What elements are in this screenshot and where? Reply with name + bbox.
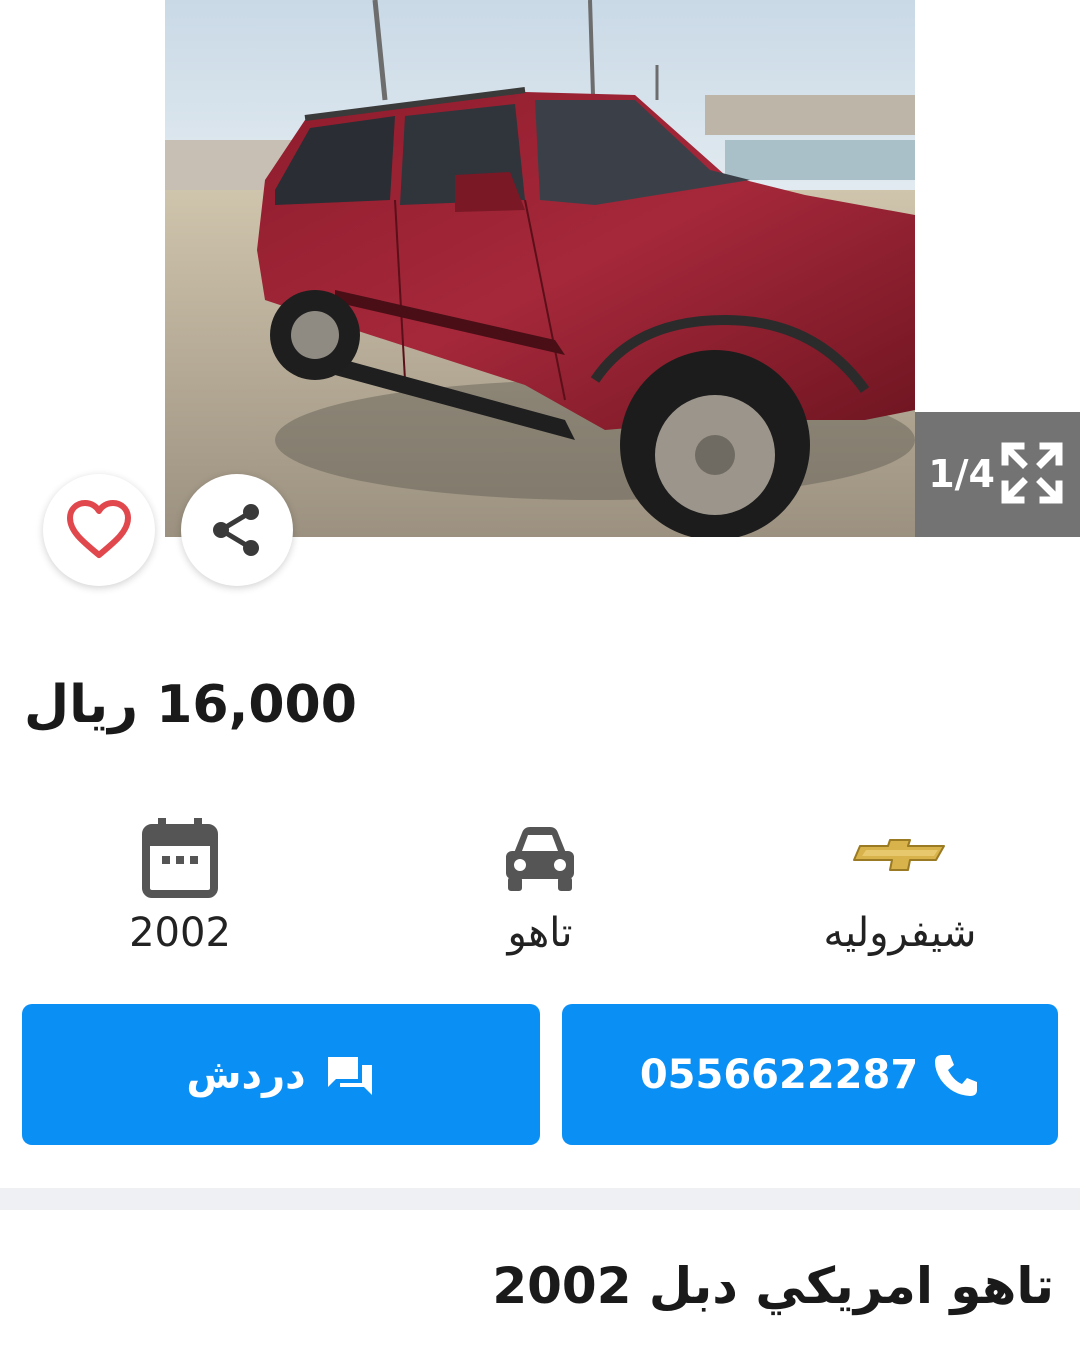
- phone-icon: [932, 1051, 980, 1099]
- price-text: 16,000 ريال: [24, 675, 357, 735]
- next-image-button[interactable]: [958, 200, 1014, 256]
- call-button-label: 0556622287: [639, 1051, 919, 1098]
- heart-icon: [67, 500, 131, 558]
- share-button[interactable]: [181, 474, 293, 586]
- listing-title: تاهو امريكي دبل 2002: [492, 1257, 1054, 1315]
- section-divider: [0, 1188, 1080, 1210]
- spec-make: شيفروليه: [750, 805, 1050, 975]
- chevron-right-icon: [973, 205, 1001, 251]
- car-icon: [490, 813, 590, 903]
- expand-icon[interactable]: [999, 440, 1065, 506]
- chevrolet-logo-icon: [850, 813, 950, 903]
- calendar-icon: [130, 813, 230, 903]
- chat-icon: [324, 1053, 376, 1097]
- listing-photo[interactable]: [165, 0, 915, 537]
- chat-button[interactable]: دردش: [22, 1004, 540, 1145]
- image-counter: 1/4: [928, 452, 995, 496]
- chevron-left-icon: [77, 205, 105, 251]
- listing-price: 16,000 ريال: [24, 665, 444, 745]
- spec-make-value: شيفروليه: [823, 910, 977, 956]
- share-icon: [213, 504, 259, 556]
- call-button[interactable]: 0556622287: [562, 1004, 1058, 1145]
- prev-image-button[interactable]: [64, 200, 120, 256]
- photo-gallery[interactable]: 1/4: [0, 0, 1080, 586]
- spec-year-value: 2002: [129, 910, 231, 956]
- chat-button-label: دردش: [186, 1051, 306, 1098]
- spec-row: 2002 تاهو شيفروليه: [0, 805, 1080, 975]
- spec-year: 2002: [30, 805, 330, 975]
- favorite-button[interactable]: [43, 474, 155, 586]
- spec-model-value: تاهو: [507, 910, 573, 956]
- spec-model: تاهو: [390, 805, 690, 975]
- image-counter-panel: 1/4: [915, 412, 1080, 537]
